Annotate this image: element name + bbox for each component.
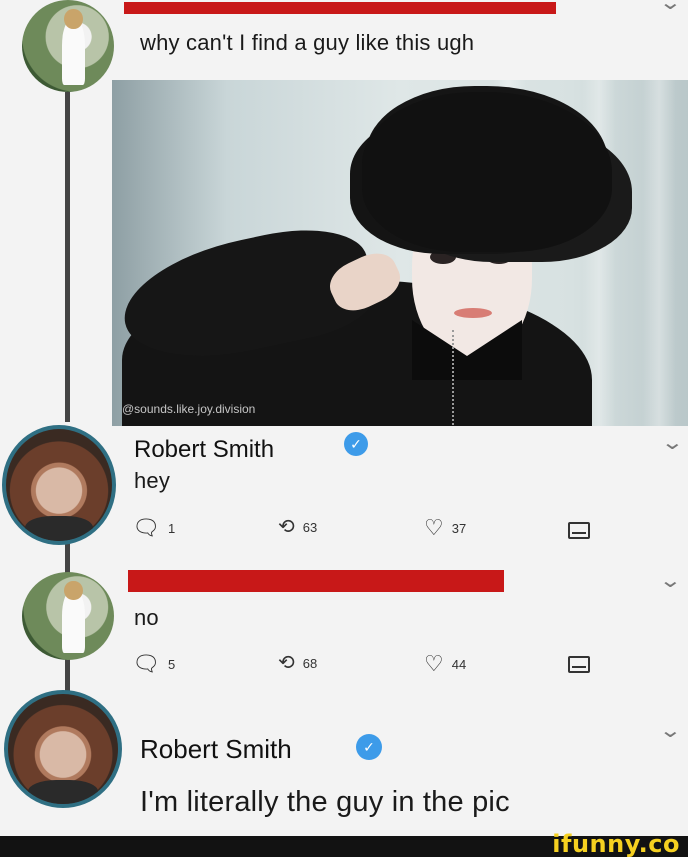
chevron-down-icon[interactable]: ⌄ xyxy=(659,718,682,743)
reply-count: 5 xyxy=(167,656,176,672)
verified-badge-icon: ✓ xyxy=(344,432,368,456)
ifunny-logo: ifunny.co xyxy=(552,830,680,857)
thread-line-2 xyxy=(65,540,70,575)
tweet-text: I'm literally the guy in the pic xyxy=(140,786,510,818)
tweet-text: hey xyxy=(134,468,171,493)
like-button[interactable]: ♡ 37 xyxy=(424,517,466,539)
retweet-count: 68 xyxy=(302,655,318,671)
display-name[interactable]: Robert Smith xyxy=(134,436,274,464)
tweet-text: no xyxy=(134,605,159,630)
chevron-down-icon[interactable]: ⌄ xyxy=(659,568,682,593)
redacted-username xyxy=(128,570,504,592)
display-name[interactable]: Robert Smith xyxy=(140,734,292,765)
reply-button[interactable]: 🗨 1 xyxy=(132,517,175,539)
avatar[interactable] xyxy=(22,572,114,660)
chevron-down-icon[interactable]: ⌄ xyxy=(659,0,682,15)
like-button[interactable]: ♡ 44 xyxy=(424,653,466,675)
retweet-icon: ⟲ xyxy=(278,516,295,538)
direct-message-icon[interactable] xyxy=(568,522,590,539)
retweet-button[interactable]: ⟲ 63 xyxy=(278,517,317,537)
like-count: 37 xyxy=(451,520,467,536)
reply-icon: 🗨 xyxy=(132,515,160,540)
retweet-count: 63 xyxy=(302,519,318,535)
avatar[interactable] xyxy=(22,0,114,92)
reply-icon: 🗨 xyxy=(132,651,160,676)
tweet-text: why can't I find a guy like this ugh xyxy=(140,30,475,55)
heart-icon: ♡ xyxy=(424,651,444,676)
retweet-icon: ⟲ xyxy=(278,652,295,674)
photo-watermark: @sounds.like.joy.division xyxy=(122,402,256,416)
redacted-username xyxy=(124,2,556,14)
thread-line-1 xyxy=(65,92,70,422)
direct-message-icon[interactable] xyxy=(568,656,590,673)
reply-button[interactable]: 🗨 5 xyxy=(132,653,175,675)
chevron-down-icon[interactable]: ⌄ xyxy=(661,430,684,455)
retweet-button[interactable]: ⟲ 68 xyxy=(278,653,317,673)
like-count: 44 xyxy=(451,656,467,672)
reply-count: 1 xyxy=(167,520,176,536)
watermark-bar: ifunny.co xyxy=(0,830,688,857)
avatar[interactable] xyxy=(2,425,116,545)
avatar[interactable] xyxy=(4,690,122,808)
heart-icon: ♡ xyxy=(424,515,444,540)
tweet-photo[interactable]: @sounds.like.joy.division xyxy=(112,80,688,426)
verified-badge-icon: ✓ xyxy=(356,734,382,760)
